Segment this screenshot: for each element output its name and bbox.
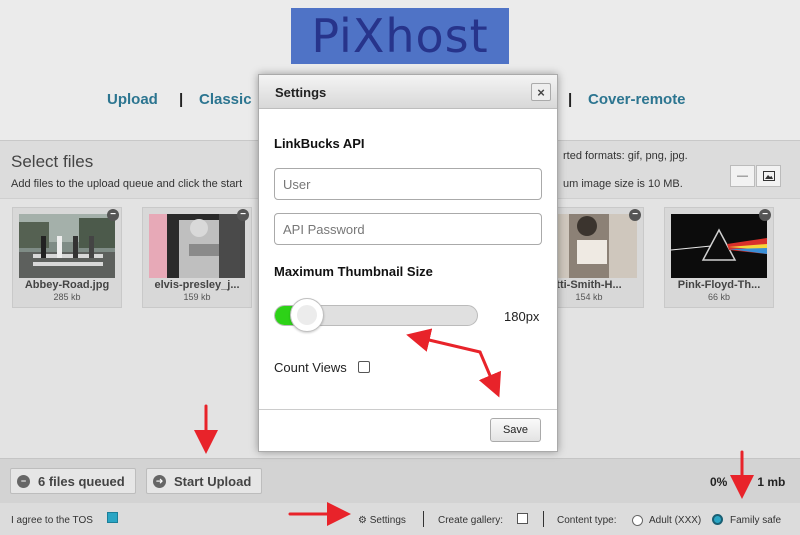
thumbnail-card[interactable]: Abbey-Road.jpg 285 kb − [12,207,122,308]
settings-link[interactable]: ⚙ Settings [358,515,406,526]
tos-label: I agree to the TOS [11,515,93,526]
close-icon: × [537,84,545,100]
thumbnail-image [671,214,767,278]
close-button[interactable]: × [531,83,551,101]
family-safe-label: Family safe [730,515,782,526]
nav-classic[interactable]: Classic [199,91,252,108]
max-size-text: um image size is 10 MB. [563,178,683,190]
pixhost-logo[interactable]: PiXhost [291,8,509,64]
linkbucks-heading: LinkBucks API [274,136,365,151]
start-upload-button[interactable]: ➜ Start Upload [146,468,263,494]
adult-label: Adult (XXX) [649,515,702,526]
remove-file-icon[interactable]: − [759,209,771,221]
content-type-label: Content type: [557,515,617,526]
divider [423,511,424,527]
remove-all-icon: − [17,474,30,488]
list-view-button[interactable]: — [730,165,755,187]
nav-separator: | [568,91,573,108]
count-views-label: Count Views [274,360,347,375]
nav-cover-remote[interactable]: Cover-remote [588,91,686,108]
thumbnail-filesize: 66 kb [707,292,731,302]
start-upload-label: Start Upload [174,473,252,489]
thumbnail-size-heading: Maximum Thumbnail Size [274,264,433,279]
tos-checkbox[interactable] [107,512,118,523]
thumbnail-card[interactable]: elvis-presley_j... 159 kb − [142,207,252,308]
nav-separator: | [179,91,184,108]
gear-icon: ⚙ [358,515,367,526]
family-safe-radio[interactable] [712,514,723,525]
dialog-header: Settings × [259,75,557,109]
user-input[interactable] [274,168,542,200]
arrow-right-icon: ➜ [153,474,166,488]
thumbnail-filename: Abbey-Road.jpg [24,279,110,291]
thumbnail-filename: Pink-Floyd-Th... [677,279,761,291]
logo-text: PiXhost [311,9,489,63]
thumbnail-card[interactable]: Pink-Floyd-Th... 66 kb − [664,207,774,308]
files-queued-label: 6 files queued [38,473,125,489]
files-queued-button[interactable]: − 6 files queued [10,468,136,494]
nav-upload[interactable]: Upload [107,91,158,108]
thumbnail-filename: elvis-presley_j... [154,279,240,291]
remove-file-icon[interactable]: − [107,209,119,221]
thumbnail-size-value: 180px [504,309,540,324]
thumbnail-filesize: 159 kb [183,292,211,302]
dialog-title: Settings [275,85,327,100]
divider [543,511,544,527]
select-files-title: Select files [11,152,94,171]
list-view-icon: — [737,170,748,182]
adult-radio[interactable] [632,515,643,526]
save-button[interactable]: Save [490,418,541,442]
supported-formats-text: rted formats: gif, png, jpg. [563,150,688,162]
remove-file-icon[interactable]: − [629,209,641,221]
settings-dialog: Settings × LinkBucks API Maximum Thumbna… [258,74,558,452]
settings-label: Settings [369,515,406,526]
create-gallery-checkbox[interactable] [517,513,528,524]
thumbnail-filesize: 285 kb [53,292,81,302]
upload-progress: 0% 1 mb [710,475,785,489]
thumbnail-view-button[interactable] [756,165,781,187]
api-password-input[interactable] [274,213,542,245]
dialog-divider [259,409,557,410]
progress-percent: 0% [710,475,728,489]
thumbnail-image [19,214,115,278]
select-files-description: Add files to the upload queue and click … [11,178,243,190]
thumbnail-image [149,214,245,278]
thumbnail-view-icon [762,171,775,181]
slider-handle[interactable] [290,298,324,332]
progress-size: 1 mb [757,475,786,489]
count-views-checkbox[interactable] [358,361,370,373]
create-gallery-label: Create gallery: [438,515,504,526]
uploader-footer: − 6 files queued ➜ Start Upload 0% 1 mb … [0,458,800,535]
upload-options-row: I agree to the TOS ⚙ Settings Create gal… [0,503,800,535]
remove-file-icon[interactable]: − [237,209,249,221]
